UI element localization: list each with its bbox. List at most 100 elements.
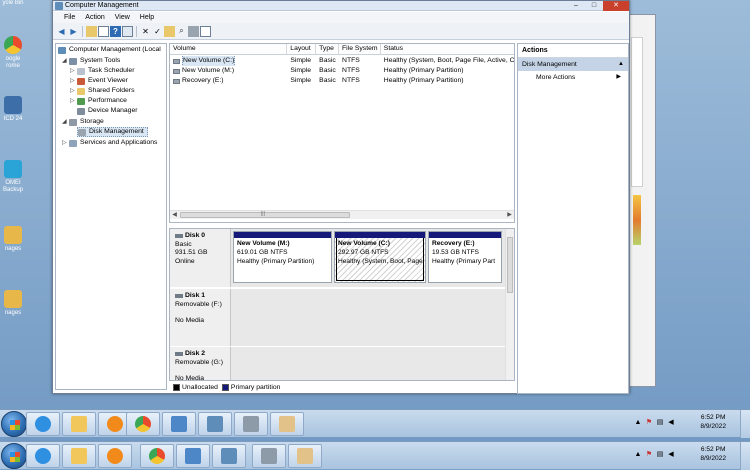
desktop-icon-images-2[interactable]: nages (0, 290, 26, 317)
disk-0-label[interactable]: Disk 0 Basic 931.51 GB Online (170, 229, 231, 287)
desktop-icon-computer[interactable]: ICD 24 (0, 96, 26, 123)
minimize-button[interactable]: – (567, 1, 585, 11)
taskbar-printers[interactable] (252, 444, 286, 468)
title-bar[interactable]: Computer Management – □ ✕ (53, 1, 629, 11)
collapse-icon[interactable]: ◢ (62, 56, 69, 66)
column-header-volume[interactable]: Volume (170, 44, 288, 55)
taskbar-printers[interactable] (234, 412, 268, 436)
start-button[interactable] (1, 443, 27, 469)
tree-item-computer-management[interactable]: Computer Management (Local (58, 45, 161, 55)
drive-icon[interactable] (188, 25, 199, 37)
tree-item-device-manager[interactable]: Device Manager (77, 106, 138, 116)
volume-layout: Simple (290, 77, 312, 84)
help-icon[interactable]: ? (110, 25, 121, 37)
show-desktop-button[interactable] (740, 442, 750, 470)
volume-row[interactable]: New Volume (M:) Simple Basic NTFS Health… (170, 66, 514, 76)
tree-item-storage[interactable]: ◢ Storage (62, 117, 104, 127)
partition-m[interactable]: New Volume (M:) 619.01 GB NTFS Healthy (… (233, 231, 332, 283)
open-folder-icon[interactable] (164, 25, 175, 37)
maximize-button[interactable]: □ (585, 1, 603, 11)
toolbar: ◀ ▶ ? ✕ ✓ ⌕ (53, 23, 629, 40)
collapse-icon[interactable]: ◢ (62, 117, 69, 127)
taskbar-paint[interactable] (288, 444, 322, 468)
close-button[interactable]: ✕ (603, 1, 629, 11)
properties-icon[interactable] (122, 25, 133, 37)
taskbar-internet-explorer[interactable] (26, 412, 60, 436)
partition-e[interactable]: Recovery (E:) 19.53 GB NTFS Healthy (Pri… (428, 231, 502, 283)
tree-item-services-and-applications[interactable]: ▷ Services and Applications (62, 138, 157, 148)
tree-item-event-viewer[interactable]: ▷ Event Viewer (70, 76, 128, 86)
taskbar-computer-management[interactable] (212, 444, 246, 468)
clock[interactable]: 6:52 PM 8/9/2022 (700, 445, 726, 463)
clock[interactable]: 6:52 PM 8/9/2022 (700, 413, 726, 431)
column-header-type[interactable]: Type (316, 44, 340, 55)
column-header-status[interactable]: Status (381, 44, 514, 55)
partition-c[interactable]: New Volume (C:) 292.97 GB NTFS Healthy (… (334, 231, 426, 283)
menu-help[interactable]: Help (135, 12, 159, 23)
taskbar-duplicate: ▲ ⚑ ▤ ◀ 6:52 PM 8/9/2022 (0, 441, 750, 470)
column-header-layout[interactable]: Layout (287, 44, 317, 55)
taskbar-chrome[interactable] (140, 444, 174, 468)
taskbar-computer-management[interactable] (198, 412, 232, 436)
desktop-icon-aomei[interactable]: OMEI Backup (0, 160, 26, 194)
taskbar-chrome[interactable] (126, 412, 160, 436)
taskbar-explorer[interactable] (62, 444, 96, 468)
network-tray-icon[interactable]: ▤ (656, 451, 664, 459)
tree-item-performance[interactable]: ▷ Performance (70, 96, 127, 106)
search-icon[interactable]: ⌕ (176, 26, 187, 37)
action-center-icon[interactable]: ⚑ (645, 419, 653, 427)
desktop-icon-chrome[interactable]: oogle rome (0, 36, 26, 70)
disk-1-label[interactable]: Disk 1 Removable (F:) No Media (170, 289, 231, 346)
scrollbar-thumb[interactable]: ||| (180, 211, 350, 218)
taskbar-network[interactable] (162, 412, 196, 436)
expand-icon[interactable]: ▷ (70, 86, 77, 96)
taskbar-internet-explorer[interactable] (26, 444, 60, 468)
expand-icon[interactable]: ▷ (70, 66, 77, 76)
checkmark-icon[interactable]: ✓ (152, 26, 163, 37)
tree-item-disk-management[interactable]: Disk Management (77, 127, 148, 137)
disk-map-vertical-scrollbar[interactable] (505, 229, 514, 380)
show-hidden-icons[interactable]: ▲ (634, 451, 642, 459)
volume-icon[interactable]: ◀ (667, 419, 675, 427)
up-folder-icon[interactable] (86, 25, 97, 37)
primary-partition-swatch (221, 383, 229, 391)
forward-icon[interactable]: ▶ (68, 26, 79, 37)
volume-row[interactable]: Recovery (E:) Simple Basic NTFS Healthy … (170, 76, 514, 86)
menu-action[interactable]: Action (80, 12, 109, 23)
taskbar-explorer[interactable] (62, 412, 96, 436)
show-desktop-button[interactable] (740, 410, 750, 438)
delete-icon[interactable]: ✕ (140, 26, 151, 37)
tree-item-system-tools[interactable]: ◢ System Tools (62, 56, 120, 66)
tree-item-task-scheduler[interactable]: ▷ Task Scheduler (70, 66, 134, 76)
taskbar-paint[interactable] (270, 412, 304, 436)
network-tray-icon[interactable]: ▤ (656, 419, 664, 427)
show-hidden-icons[interactable]: ▲ (634, 419, 642, 427)
collapse-up-icon[interactable]: ▲ (618, 58, 624, 71)
action-center-icon[interactable]: ⚑ (645, 451, 653, 459)
desktop-icon-images-1[interactable]: nages (0, 226, 26, 253)
column-header-file-system[interactable]: File System (339, 44, 381, 55)
expand-icon[interactable]: ▷ (70, 76, 77, 86)
show-hide-tree-icon[interactable] (98, 25, 109, 37)
expand-icon[interactable]: ▷ (62, 138, 69, 148)
menu-file[interactable]: File (59, 12, 80, 23)
taskbar-media-player[interactable] (98, 444, 132, 468)
back-icon[interactable]: ◀ (56, 26, 67, 37)
scroll-right-icon[interactable]: ▶ (505, 211, 514, 220)
menu-view[interactable]: View (110, 12, 135, 23)
volume-row[interactable]: New Volume (C:) Simple Basic NTFS Health… (170, 56, 514, 66)
list-view-icon[interactable] (200, 25, 211, 37)
tree-item-shared-folders[interactable]: ▷ Shared Folders (70, 86, 134, 96)
disk-name: Disk 1 (185, 292, 206, 299)
start-button[interactable] (1, 411, 27, 437)
volume-list-horizontal-scrollbar[interactable]: ◀ ||| ▶ (170, 210, 514, 219)
actions-section-disk-management[interactable]: Disk Management ▲ (518, 58, 628, 71)
scrollbar-thumb[interactable] (507, 237, 513, 293)
disk-2-label[interactable]: Disk 2 Removable (G:) No Media (170, 347, 231, 380)
desktop-icon-recycle-bin[interactable]: ycle Bin (0, 0, 26, 7)
volume-icon[interactable]: ◀ (667, 451, 675, 459)
taskbar-network[interactable] (176, 444, 210, 468)
more-actions-item[interactable]: More Actions ▶ (518, 71, 628, 84)
scroll-left-icon[interactable]: ◀ (170, 211, 179, 220)
expand-icon[interactable]: ▷ (70, 96, 77, 106)
